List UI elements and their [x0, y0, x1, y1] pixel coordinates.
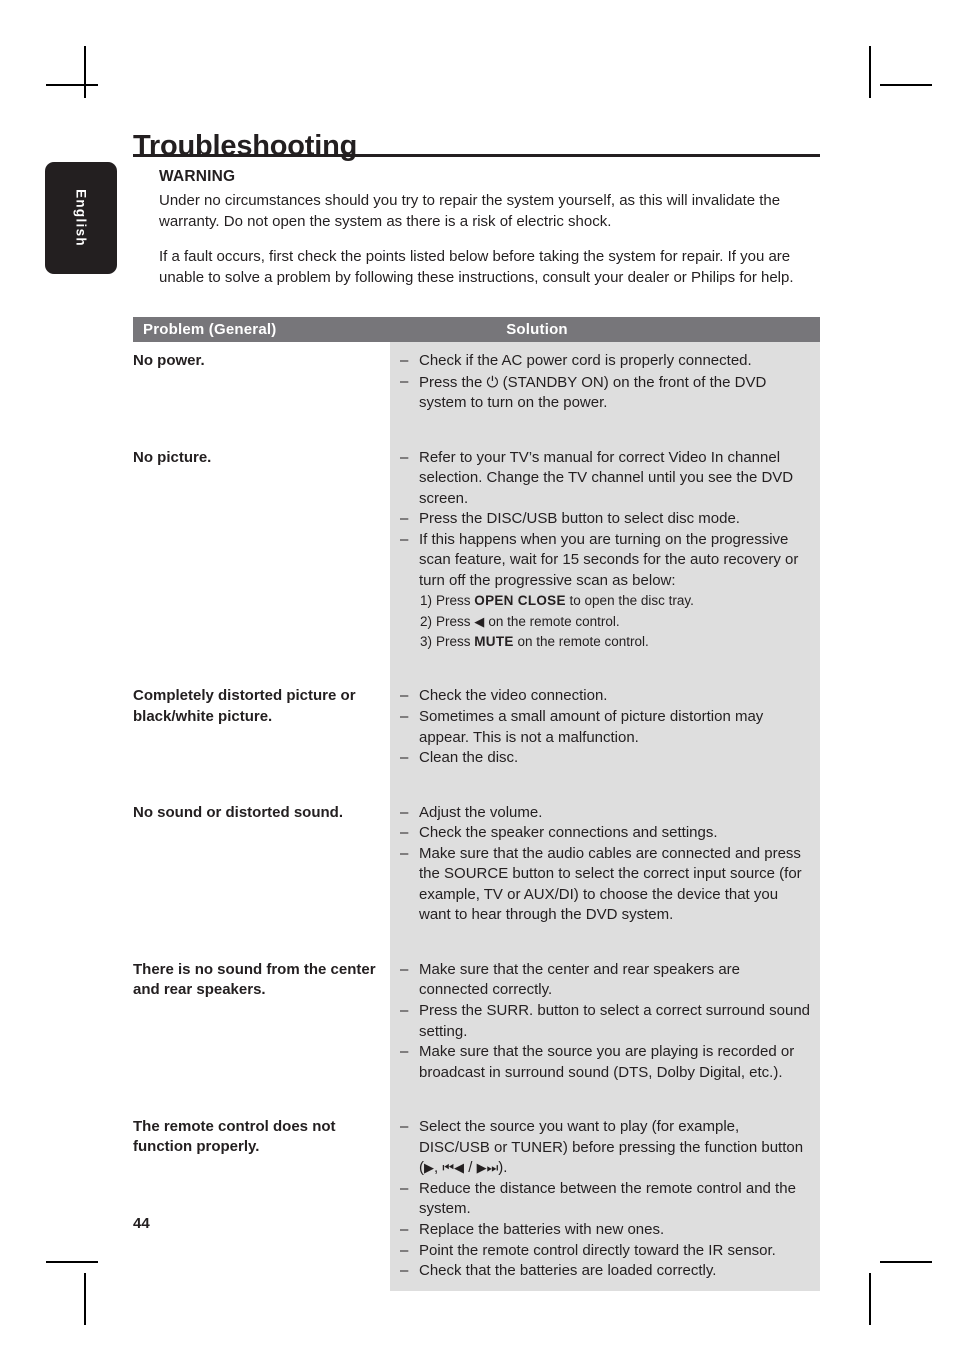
spacer-solution-cell: [390, 422, 820, 439]
table-body: No power. Check if the AC power cord is p…: [133, 342, 820, 1291]
crop-mark-top-left-horizontal: [46, 84, 98, 86]
table-row: The remote control does not function pro…: [133, 1108, 820, 1291]
numbered-step-item: 1) Press OPEN CLOSE to open the disc tray…: [412, 591, 812, 611]
numbered-step-item: 3) Press MUTE on the remote control.: [412, 632, 812, 652]
problem-cell: No sound or distorted sound.: [133, 793, 390, 935]
warning-paragraph-1: Under no circumstances should you try to…: [159, 192, 781, 231]
table-row: No power. Check if the AC power cord is p…: [133, 342, 820, 423]
solution-item: Point the remote control directly toward…: [398, 1241, 812, 1262]
numbered-step-item: 2) Press ◀ on the remote control.: [412, 612, 812, 633]
crop-mark-bottom-right-vertical: [869, 1273, 871, 1325]
step-button-name: MUTE: [474, 634, 514, 650]
problem-cell: There is no sound from the center and re…: [133, 950, 390, 1093]
spacer-problem-cell: [133, 934, 390, 951]
solution-item: Make sure that the center and rear speak…: [398, 960, 812, 1001]
table-row-spacer: [133, 934, 820, 951]
solution-item: Clean the disc.: [398, 748, 812, 769]
step-button-name: OPEN CLOSE: [474, 593, 566, 609]
step-number: 3): [419, 634, 432, 650]
troubleshooting-table: Problem (General) Solution No power. Chec…: [133, 317, 820, 1291]
table-row-spacer: [133, 661, 820, 678]
solution-cell: Check the video connection.Sometimes a s…: [390, 677, 820, 778]
solution-item: Make sure that the source you are playin…: [398, 1042, 812, 1083]
solution-cell: Check if the AC power cord is properly c…: [390, 342, 820, 423]
solution-list: Select the source you want to play (for …: [398, 1117, 812, 1281]
solution-list: Refer to your TV’s manual for correct Vi…: [398, 448, 812, 592]
solution-cell: Select the source you want to play (for …: [390, 1108, 820, 1291]
table-header-row: Problem (General) Solution: [133, 317, 820, 342]
solution-item: Press the SURR. button to select a corre…: [398, 1001, 812, 1042]
solution-item: Make sure that the audio cables are conn…: [398, 844, 812, 926]
solution-item: If this happens when you are turning on …: [398, 530, 812, 592]
spacer-solution-cell: [390, 661, 820, 678]
problem-cell: The remote control does not function pro…: [133, 1108, 390, 1291]
solution-item: Check the video connection.: [398, 686, 812, 707]
problem-cell: No power.: [133, 342, 390, 423]
step-number: 2): [419, 613, 432, 629]
solution-cell: Refer to your TV’s manual for correct Vi…: [390, 438, 820, 662]
table-row: There is no sound from the center and re…: [133, 950, 820, 1093]
spacer-solution-cell: [390, 777, 820, 794]
solution-item: Check that the batteries are loaded corr…: [398, 1261, 812, 1282]
solution-list: Make sure that the center and rear speak…: [398, 960, 812, 1083]
solution-item: Press the ⏻ (STANDBY ON) on the front of…: [398, 372, 812, 414]
transport-control-icon: ◀: [474, 614, 485, 630]
crop-mark-top-right-vertical: [869, 46, 871, 98]
solution-item: Check the speaker connections and settin…: [398, 823, 812, 844]
table-row: No sound or distorted sound.Adjust the v…: [133, 793, 820, 935]
warning-paragraph-2: If a fault occurs, first check the point…: [159, 247, 794, 286]
table-row-spacer: [133, 777, 820, 794]
problem-cell: Completely distorted picture or black/wh…: [133, 677, 390, 778]
power-standby-icon: ⏻: [486, 372, 499, 391]
column-header-problem: Problem (General): [143, 321, 277, 338]
solution-item: Reduce the distance between the remote c…: [398, 1179, 812, 1220]
table-row-spacer: [133, 422, 820, 439]
solution-list: Adjust the volume.Check the speaker conn…: [398, 803, 812, 926]
spacer-problem-cell: [133, 661, 390, 678]
spacer-problem-cell: [133, 422, 390, 439]
title-divider: [133, 154, 820, 157]
transport-control-icon: ⏭: [486, 1161, 499, 1177]
page-title: Troubleshooting: [133, 130, 358, 163]
step-number: 1): [419, 593, 432, 609]
transport-control-icon: ◀: [454, 1161, 465, 1177]
crop-mark-bottom-right-horizontal: [880, 1261, 932, 1263]
solution-item: Refer to your TV’s manual for correct Vi…: [398, 448, 812, 510]
problem-cell: No picture.: [133, 438, 390, 662]
language-tab-label: English: [73, 189, 89, 247]
table-row: No picture.Refer to your TV’s manual for…: [133, 438, 820, 662]
solution-item: Check if the AC power cord is properly c…: [398, 351, 812, 372]
solution-list: Check if the AC power cord is properly c…: [398, 351, 812, 414]
solution-list: Check the video connection.Sometimes a s…: [398, 686, 812, 768]
crop-mark-top-right-horizontal: [880, 84, 932, 86]
step-button-name: ◀: [474, 614, 485, 630]
transport-control-icon: ▶: [424, 1161, 434, 1177]
warning-section: WARNING Under no circumstances should yo…: [159, 168, 814, 288]
solution-item: Adjust the volume.: [398, 803, 812, 824]
language-tab-english: English: [45, 162, 117, 274]
table-row: Completely distorted picture or black/wh…: [133, 677, 820, 778]
page-number: 44: [133, 1215, 150, 1232]
solution-item: Sometimes a small amount of picture dist…: [398, 707, 812, 748]
crop-mark-bottom-left-vertical: [84, 1273, 86, 1325]
transport-control-icon: ⏮: [442, 1161, 455, 1177]
solution-cell: Adjust the volume.Check the speaker conn…: [390, 793, 820, 935]
solution-cell: Make sure that the center and rear speak…: [390, 950, 820, 1093]
table-row-spacer: [133, 1092, 820, 1109]
warning-heading: WARNING: [159, 168, 236, 185]
spacer-problem-cell: [133, 777, 390, 794]
transport-control-icon: ▶: [476, 1161, 487, 1177]
crop-mark-top-left-vertical: [84, 46, 86, 98]
crop-mark-bottom-left-horizontal: [46, 1261, 98, 1263]
solution-item: Replace the batteries with new ones.: [398, 1220, 812, 1241]
spacer-solution-cell: [390, 934, 820, 951]
solution-item: Press the DISC/USB button to select disc…: [398, 509, 812, 530]
spacer-solution-cell: [390, 1092, 820, 1109]
solution-item: Select the source you want to play (for …: [398, 1117, 812, 1179]
column-header-solution: Solution: [506, 321, 568, 338]
spacer-problem-cell: [133, 1092, 390, 1109]
numbered-step-list: 1) Press OPEN CLOSE to open the disc tray…: [398, 591, 812, 652]
